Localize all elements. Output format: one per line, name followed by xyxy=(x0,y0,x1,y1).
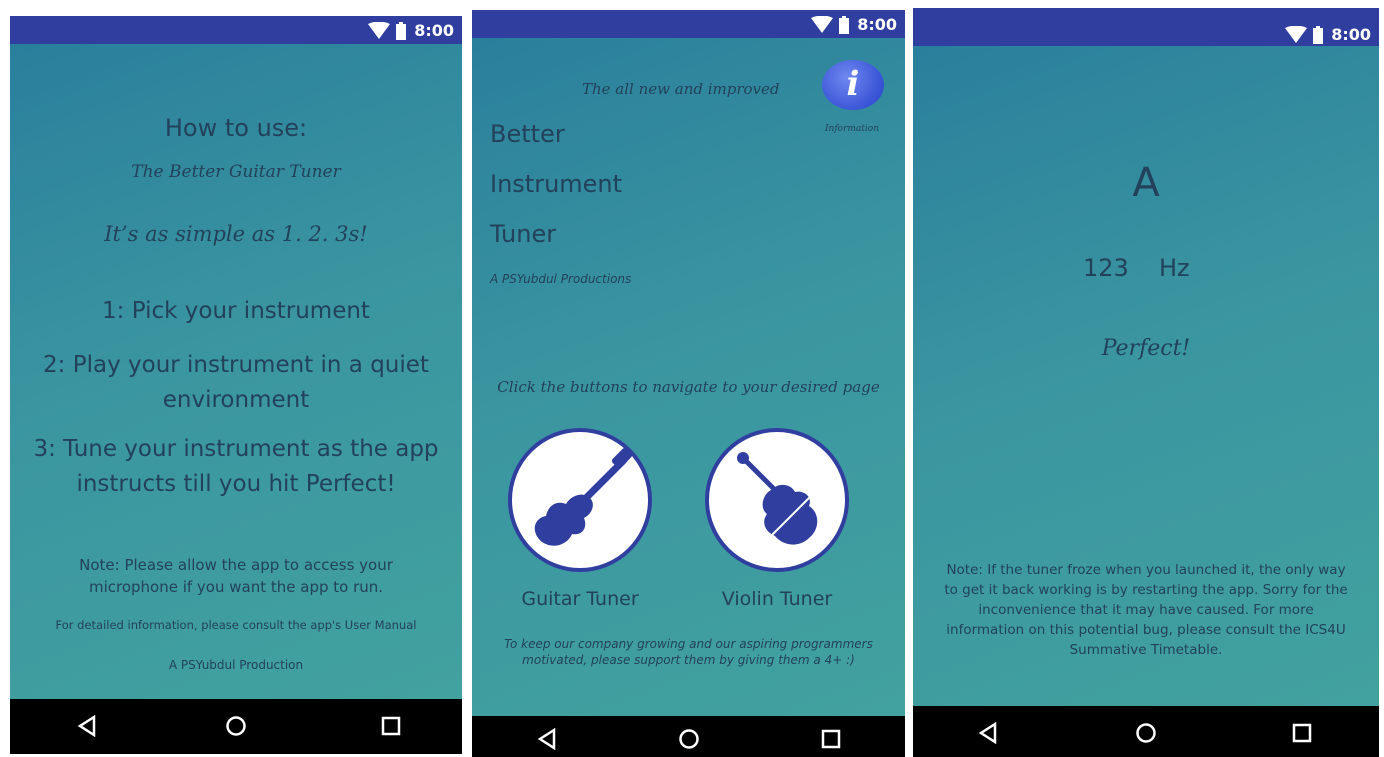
info-button[interactable]: i xyxy=(822,60,884,110)
phone-screen-tuner: 8:00 A 123 Hz Perfect! Note: If the tune… xyxy=(913,8,1379,757)
info-label: Information xyxy=(824,124,879,134)
home-icon[interactable] xyxy=(1135,722,1157,744)
violin-icon xyxy=(737,452,818,545)
frequency-unit: Hz xyxy=(1159,254,1190,282)
navigation-bar xyxy=(913,706,1379,757)
recents-icon[interactable] xyxy=(820,728,842,750)
step-2: 2: Play your instrument in a quiet envir… xyxy=(43,352,429,413)
home-icon[interactable] xyxy=(225,715,247,737)
step-1: 1: Pick your instrument xyxy=(102,298,370,324)
navigation-bar xyxy=(472,716,905,757)
battery-icon xyxy=(1313,26,1323,44)
status-bar: 8:00 xyxy=(10,16,462,44)
app-title-line-2: Instrument xyxy=(490,170,623,198)
phone-screen-home: 8:00 The all new and improved i Informat… xyxy=(472,10,905,757)
status-time: 8:00 xyxy=(1331,25,1371,44)
info-icon: i xyxy=(846,64,860,104)
wifi-icon xyxy=(811,16,833,33)
app-title-line-1: Better xyxy=(490,120,565,148)
tagline: The all new and improved xyxy=(582,80,780,98)
guitar-tuner-label[interactable]: Guitar Tuner xyxy=(498,588,662,610)
home-screen: The all new and improved i Information B… xyxy=(472,38,905,716)
tuning-status: Perfect! xyxy=(1101,336,1191,361)
tagline: It’s as simple as 1. 2. 3s! xyxy=(104,222,368,246)
recents-icon[interactable] xyxy=(1291,722,1313,744)
permission-note: Note: Please allow the app to access you… xyxy=(79,556,393,596)
step-3: 3: Tune your instrument as the app instr… xyxy=(33,436,439,497)
status-time: 8:00 xyxy=(414,21,454,40)
status-time: 8:00 xyxy=(857,15,897,34)
battery-icon xyxy=(839,16,849,34)
phone-screen-how-to-use: 8:00 How to use: The Better Guitar Tuner… xyxy=(10,16,462,754)
navigation-instruction: Click the buttons to navigate to your de… xyxy=(497,378,880,396)
status-bar: 8:00 xyxy=(472,10,905,38)
home-icon[interactable] xyxy=(678,728,700,750)
recents-icon[interactable] xyxy=(380,715,402,737)
how-to-use-screen: How to use: The Better Guitar Tuner It’s… xyxy=(10,44,462,699)
frequency-value: 123 xyxy=(1083,254,1129,282)
back-icon[interactable] xyxy=(536,728,558,750)
guitar-icon xyxy=(534,447,633,546)
app-subtitle: The Better Guitar Tuner xyxy=(131,162,341,182)
page-title: How to use: xyxy=(164,114,308,142)
violin-tuner-label[interactable]: Violin Tuner xyxy=(695,588,859,610)
manual-note: For detailed information, please consult… xyxy=(55,618,417,632)
detected-note: A xyxy=(1132,160,1160,206)
wifi-icon xyxy=(1285,26,1307,43)
wifi-icon xyxy=(368,22,390,39)
back-icon[interactable] xyxy=(76,715,98,737)
support-footer: To keep our company growing and our aspi… xyxy=(504,637,873,667)
violin-tuner-button[interactable] xyxy=(705,428,849,572)
battery-icon xyxy=(396,22,406,40)
navigation-bar xyxy=(10,699,462,754)
status-bar: 8:00 xyxy=(913,8,1379,46)
back-icon[interactable] xyxy=(977,722,999,744)
guitar-tuner-button[interactable] xyxy=(508,428,652,572)
tuner-screen: A 123 Hz Perfect! Note: If the tuner fro… xyxy=(913,46,1379,706)
bug-note: Note: If the tuner froze when you launch… xyxy=(944,562,1348,658)
producer: A PSYubdul Productions xyxy=(490,272,632,286)
credit: A PSYubdul Production xyxy=(168,658,304,672)
app-title-line-3: Tuner xyxy=(490,220,557,248)
